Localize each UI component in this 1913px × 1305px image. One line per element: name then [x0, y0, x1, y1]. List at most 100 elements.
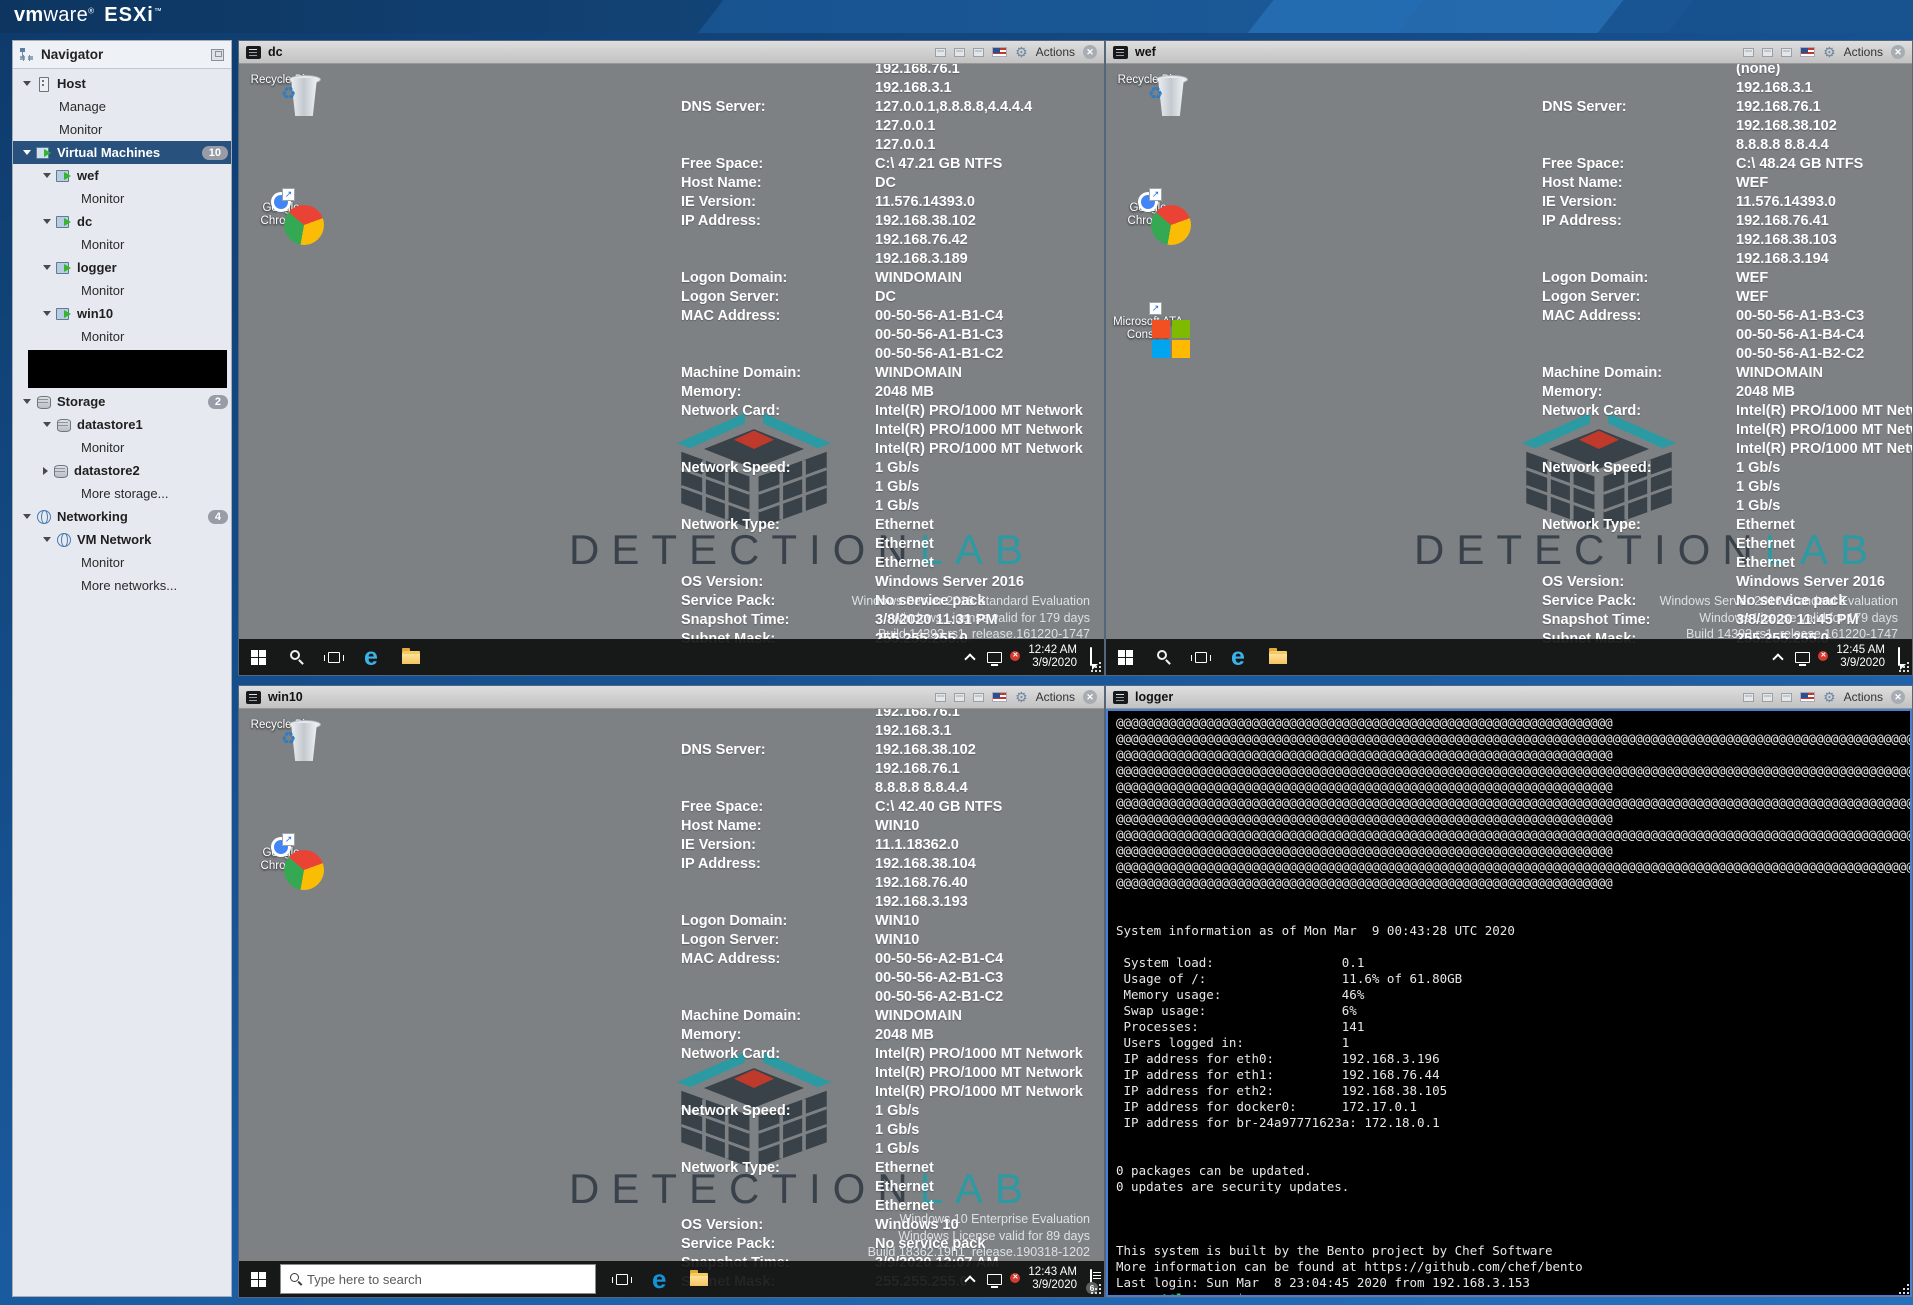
- sidebar-item-monitor[interactable]: Monitor: [13, 233, 231, 256]
- keyboard-layout-flag-icon[interactable]: [1800, 692, 1815, 702]
- console-titlebar[interactable]: logger ⚙ Actions ✕: [1106, 686, 1912, 709]
- actions-button[interactable]: Actions: [1844, 45, 1883, 59]
- console-titlebar[interactable]: wef ⚙ Actions ✕: [1106, 41, 1912, 64]
- taskbar-search-box[interactable]: [280, 1264, 596, 1294]
- logger-terminal[interactable]: @@@@@@@@@@@@@@@@@@@@@@@@@@@@@@@@@@@@@@@@…: [1106, 709, 1912, 1297]
- actions-gear-icon[interactable]: ⚙: [1015, 45, 1028, 59]
- vm-screen-wef[interactable]: DETECTIONLAB ♻Recycle Bin↗Google Chrome↗…: [1106, 64, 1912, 675]
- sidebar-item-logger[interactable]: logger: [13, 256, 231, 279]
- sidebar-item-manage[interactable]: Manage: [13, 95, 231, 118]
- actions-gear-icon[interactable]: ⚙: [1823, 690, 1836, 704]
- close-icon[interactable]: ✕: [1083, 45, 1097, 59]
- sidebar-item-win10[interactable]: win10: [13, 302, 231, 325]
- fullscreen-icon[interactable]: [973, 48, 984, 57]
- vm-taskbar[interactable]: ✕ 12:42 AM3/9/2020: [239, 639, 1104, 675]
- desktop-icon-google-chrome[interactable]: ↗Google Chrome: [1112, 202, 1184, 228]
- chevron-down-icon[interactable]: [23, 514, 31, 519]
- sidebar-item-monitor[interactable]: Monitor: [13, 325, 231, 348]
- desktop-icon-google-chrome[interactable]: ↗Google Chrome: [245, 202, 317, 228]
- sidebar-item-monitor[interactable]: Monitor: [13, 436, 231, 459]
- sidebar-item-networking[interactable]: Networking4: [13, 505, 231, 528]
- chevron-down-icon[interactable]: [23, 150, 31, 155]
- network-tray-icon[interactable]: [987, 652, 1002, 663]
- close-icon[interactable]: ✕: [1083, 690, 1097, 704]
- file-explorer-button[interactable]: [678, 1261, 720, 1297]
- search-input[interactable]: [307, 1272, 586, 1287]
- collapse-panel-icon[interactable]: [211, 49, 224, 61]
- console-titlebar[interactable]: dc ⚙ Actions ✕: [239, 41, 1104, 64]
- taskbar-clock[interactable]: 12:43 AM3/9/2020: [1028, 1266, 1077, 1293]
- network-tray-icon[interactable]: [1795, 652, 1810, 663]
- sidebar-item-vm-network[interactable]: VM Network: [13, 528, 231, 551]
- sidebar-item-more-storage[interactable]: More storage...: [13, 482, 231, 505]
- keyboard-layout-flag-icon[interactable]: [992, 692, 1007, 702]
- sidebar-item-monitor[interactable]: Monitor: [13, 551, 231, 574]
- taskbar-search-button[interactable]: [278, 639, 316, 675]
- sidebar-item-datastore1[interactable]: datastore1: [13, 413, 231, 436]
- chevron-down-icon[interactable]: [43, 173, 51, 178]
- chevron-down-icon[interactable]: [43, 265, 51, 270]
- actions-gear-icon[interactable]: ⚙: [1823, 45, 1836, 59]
- close-icon[interactable]: ✕: [1891, 690, 1905, 704]
- start-button[interactable]: [239, 1261, 278, 1297]
- desktop-icon-recycle-bin[interactable]: ♻Recycle Bin: [245, 719, 317, 732]
- sidebar-item-host[interactable]: Host: [13, 72, 231, 95]
- popout-icon[interactable]: [935, 48, 946, 57]
- fullscreen-icon[interactable]: [1781, 48, 1792, 57]
- sidebar-item-monitor[interactable]: Monitor: [13, 118, 231, 141]
- file-explorer-button[interactable]: [390, 639, 432, 675]
- vm-taskbar[interactable]: ✕ 12:43 AM3/9/2020 6: [239, 1261, 1104, 1297]
- actions-gear-icon[interactable]: ⚙: [1015, 690, 1028, 704]
- tray-chevron-icon[interactable]: [1773, 653, 1784, 664]
- sidebar-item-storage[interactable]: Storage2: [13, 390, 231, 413]
- fullscreen-icon[interactable]: [973, 693, 984, 702]
- sidebar-item-monitor[interactable]: Monitor: [13, 187, 231, 210]
- resize-grip[interactable]: [1897, 1282, 1909, 1294]
- sidebar-item-datastore2[interactable]: datastore2: [13, 459, 231, 482]
- desktop-icon-microsoft-ata-console[interactable]: ↗Microsoft ATA Console: [1112, 316, 1184, 342]
- tray-chevron-icon[interactable]: [965, 653, 976, 664]
- popout-icon[interactable]: [1743, 693, 1754, 702]
- start-button[interactable]: [1106, 639, 1145, 675]
- internet-explorer-button[interactable]: [352, 639, 390, 675]
- taskbar-search-button[interactable]: [1145, 639, 1183, 675]
- chevron-down-icon[interactable]: [43, 537, 51, 542]
- sidebar-item-more-networks[interactable]: More networks...: [13, 574, 231, 597]
- maximize-icon[interactable]: [1762, 693, 1773, 702]
- task-view-button[interactable]: [1183, 639, 1219, 675]
- edge-button[interactable]: [640, 1261, 678, 1297]
- chevron-down-icon[interactable]: [23, 399, 31, 404]
- console-titlebar[interactable]: win10 ⚙ Actions ✕: [239, 686, 1104, 709]
- maximize-icon[interactable]: [954, 693, 965, 702]
- desktop-icon-recycle-bin[interactable]: ♻Recycle Bin: [245, 74, 317, 87]
- resize-grip[interactable]: [1897, 660, 1909, 672]
- keyboard-layout-flag-icon[interactable]: [992, 47, 1007, 57]
- close-icon[interactable]: ✕: [1891, 45, 1905, 59]
- fullscreen-icon[interactable]: [1781, 693, 1792, 702]
- sidebar-item-wef[interactable]: wef: [13, 164, 231, 187]
- maximize-icon[interactable]: [1762, 48, 1773, 57]
- sidebar-item-virtual-machines[interactable]: Virtual Machines10: [13, 141, 231, 164]
- file-explorer-button[interactable]: [1257, 639, 1299, 675]
- popout-icon[interactable]: [935, 693, 946, 702]
- network-tray-icon[interactable]: [987, 1274, 1002, 1285]
- desktop-icon-google-chrome[interactable]: ↗Google Chrome: [245, 847, 317, 873]
- chevron-down-icon[interactable]: [43, 219, 51, 224]
- vm-screen-dc[interactable]: DETECTIONLAB ♻Recycle Bin↗Google Chrome …: [239, 64, 1104, 675]
- popout-icon[interactable]: [1743, 48, 1754, 57]
- resize-grip[interactable]: [1089, 1282, 1101, 1294]
- chevron-right-icon[interactable]: [43, 467, 48, 475]
- desktop-icon-recycle-bin[interactable]: ♻Recycle Bin: [1112, 74, 1184, 87]
- keyboard-layout-flag-icon[interactable]: [1800, 47, 1815, 57]
- sidebar-item-monitor[interactable]: Monitor: [13, 279, 231, 302]
- chevron-down-icon[interactable]: [43, 311, 51, 316]
- task-view-button[interactable]: [316, 639, 352, 675]
- chevron-down-icon[interactable]: [23, 81, 31, 86]
- sidebar-item-dc[interactable]: dc: [13, 210, 231, 233]
- actions-button[interactable]: Actions: [1844, 690, 1883, 704]
- actions-button[interactable]: Actions: [1036, 45, 1075, 59]
- vm-screen-win10[interactable]: DETECTIONLAB ♻Recycle Bin↗Google Chrome …: [239, 709, 1104, 1297]
- taskbar-clock[interactable]: 12:42 AM3/9/2020: [1028, 644, 1077, 671]
- tray-chevron-icon[interactable]: [965, 1275, 976, 1286]
- resize-grip[interactable]: [1089, 660, 1101, 672]
